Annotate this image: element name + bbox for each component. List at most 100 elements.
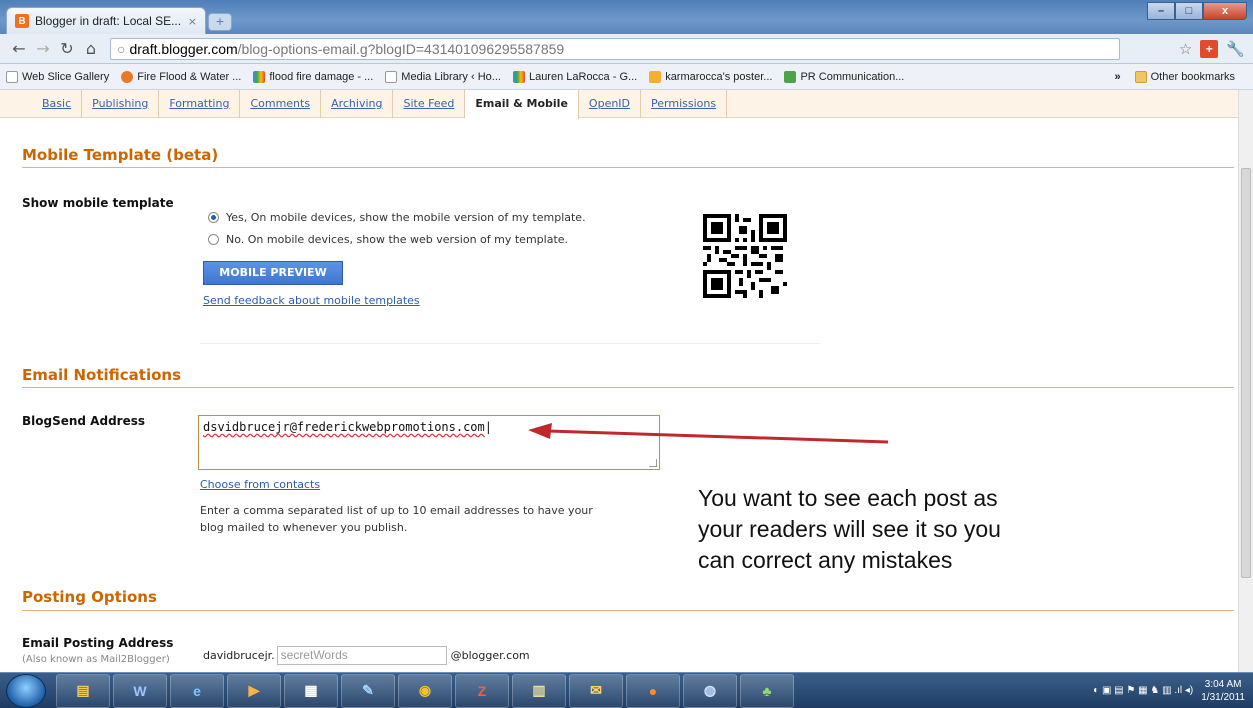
secret-words-input[interactable]: secretWords: [276, 646, 447, 665]
section-rule: [22, 610, 1234, 611]
show-mobile-label: Show mobile template: [22, 196, 174, 210]
blogsend-help-text: Enter a comma separated list of up to 10…: [200, 504, 593, 534]
bookmark-item[interactable]: Lauren LaRocca - G...: [512, 70, 637, 83]
extension-icon[interactable]: +: [1200, 39, 1219, 58]
url-path: /blog-options-email.g?blogID=43140109629…: [237, 40, 565, 57]
toolbar-right: ☆ + 🔧: [1179, 39, 1245, 58]
mobile-feedback-link[interactable]: Send feedback about mobile templates: [203, 294, 420, 307]
posterous-icon: [649, 70, 662, 83]
start-button[interactable]: [6, 673, 46, 708]
mobile-heading: Mobile Template (beta): [22, 146, 219, 164]
tab-comments[interactable]: Comments: [240, 90, 322, 118]
internet-explorer-icon[interactable]: e: [170, 673, 224, 708]
radio-no[interactable]: [208, 234, 219, 245]
browser-titlebar: B Blogger in draft: Local SE... × + – □ …: [0, 0, 1253, 34]
email-heading: Email Notifications: [22, 366, 182, 384]
tab-publishing[interactable]: Publishing: [82, 90, 160, 118]
google-icon: [512, 70, 525, 83]
page-content: Basic Publishing Formatting Comments Arc…: [0, 90, 1238, 672]
new-tab-button[interactable]: +: [208, 13, 232, 31]
scrollbar-thumb[interactable]: [1241, 168, 1251, 578]
page-icon: [6, 70, 18, 83]
mobile-no-option[interactable]: No. On mobile devices, show the web vers…: [208, 233, 568, 246]
window-panel-icon[interactable]: ▦: [284, 673, 338, 708]
notes-icon[interactable]: ✎: [341, 673, 395, 708]
google-icon: [253, 70, 266, 83]
mobile-preview-button[interactable]: MOBILE PREVIEW: [203, 261, 343, 285]
url-host: draft.blogger.com: [129, 40, 238, 57]
word-icon[interactable]: W: [113, 673, 167, 708]
tab-close-icon[interactable]: ×: [188, 15, 197, 28]
site-icon: [121, 70, 134, 83]
media-player-icon[interactable]: ▶: [227, 673, 281, 708]
annotation-text: You want to see each post as your reader…: [698, 485, 1001, 573]
bookmark-item[interactable]: karmarocca's poster...: [649, 70, 772, 83]
firefox-icon[interactable]: ●: [626, 673, 680, 708]
maximize-button[interactable]: □: [1175, 2, 1203, 20]
page-scrollbar[interactable]: [1238, 90, 1253, 672]
window-controls: – □ x: [1147, 2, 1247, 20]
settings-tabs: Basic Publishing Formatting Comments Arc…: [0, 90, 1238, 119]
other-bookmarks[interactable]: Other bookmarks: [1134, 70, 1235, 83]
bookmark-item[interactable]: Media Library ‹ Ho...: [385, 70, 501, 83]
close-window-button[interactable]: x: [1203, 2, 1247, 20]
clipboard-icon[interactable]: ▥: [512, 673, 566, 708]
bookmark-item[interactable]: Fire Flood & Water ...: [121, 70, 241, 83]
blogsend-label: BlogSend Address: [22, 414, 145, 428]
outlook-icon[interactable]: ✉: [569, 673, 623, 708]
resize-grip-icon[interactable]: [649, 459, 657, 467]
bookmark-star-icon[interactable]: ☆: [1179, 40, 1192, 58]
browser-toolbar: ← → ↻ ⌂ ○ draft.blogger.com /blog-option…: [0, 34, 1253, 64]
tab-basic[interactable]: Basic: [32, 90, 83, 118]
globe-icon: ○: [117, 40, 126, 57]
tab-openid[interactable]: OpenID: [579, 90, 642, 118]
email-posting-label: Email Posting Address: [22, 636, 174, 650]
windows-taskbar: ▤ W e ▶ ▦ ✎ ◉ Z ▥ ✉ ● ◍ ♣ ◐ ▣ ▤ ⚑ ▦ ♞ ▥ …: [0, 672, 1253, 708]
radio-yes[interactable]: [208, 212, 219, 223]
pr-icon: [784, 70, 797, 83]
folder-icon: [1134, 70, 1147, 83]
tab-email-mobile[interactable]: Email & Mobile: [465, 90, 579, 119]
minimize-button[interactable]: –: [1147, 2, 1175, 20]
mail2blogger-note: (Also known as Mail2Blogger): [22, 654, 170, 665]
explorer-icon[interactable]: ▤: [56, 673, 110, 708]
tab-site-feed[interactable]: Site Feed: [393, 90, 466, 118]
bookmarks-overflow: » Other bookmarks: [1115, 70, 1248, 83]
annotation-arrow: [528, 423, 889, 444]
filezilla-icon[interactable]: Z: [455, 673, 509, 708]
chrome-icon[interactable]: ◉: [398, 673, 452, 708]
bookmarks-bar: Web Slice Gallery Fire Flood & Water ...…: [0, 64, 1253, 90]
mobile-yes-option[interactable]: Yes, On mobile devices, show the mobile …: [208, 211, 586, 224]
reload-icon[interactable]: ↻: [56, 39, 78, 58]
back-icon[interactable]: ←: [8, 39, 30, 58]
divider: [200, 343, 820, 344]
address-bar[interactable]: ○ draft.blogger.com /blog-options-email.…: [110, 37, 1120, 60]
blogger-favicon-icon: B: [15, 14, 29, 28]
home-icon[interactable]: ⌂: [80, 39, 102, 58]
tab-permissions[interactable]: Permissions: [641, 90, 728, 118]
system-tray: ◐ ▣ ▤ ⚑ ▦ ♞ ▥ .ıl ◂) 3:04 AM 1/31/2011: [1093, 678, 1253, 704]
forward-icon[interactable]: →: [32, 39, 54, 58]
taskbar-apps: ▤ W e ▶ ▦ ✎ ◉ Z ▥ ✉ ● ◍ ♣: [56, 673, 794, 708]
tab-archiving[interactable]: Archiving: [321, 90, 394, 118]
text-cursor: |: [484, 420, 492, 434]
qr-code-icon: [703, 214, 787, 298]
section-rule: [22, 167, 1234, 168]
network-icon[interactable]: ◍: [683, 673, 737, 708]
tab-formatting[interactable]: Formatting: [159, 90, 241, 118]
bookmarks-more-button[interactable]: »: [1115, 71, 1121, 83]
tray-icons[interactable]: ◐ ▣ ▤ ⚑ ▦ ♞ ▥ .ıl ◂): [1093, 685, 1193, 696]
email-posting-address: davidbrucejr. secretWords @blogger.com: [203, 646, 530, 665]
browser-tab[interactable]: B Blogger in draft: Local SE... ×: [6, 7, 206, 34]
bookmark-item[interactable]: Web Slice Gallery: [6, 70, 109, 83]
bookmark-item[interactable]: flood fire damage - ...: [253, 70, 373, 83]
posting-heading: Posting Options: [22, 588, 157, 606]
bookmark-item[interactable]: PR Communication...: [784, 70, 904, 83]
section-rule: [22, 387, 1234, 388]
choose-contacts-link[interactable]: Choose from contacts: [200, 478, 320, 491]
messenger-icon[interactable]: ♣: [740, 673, 794, 708]
tab-title: Blogger in draft: Local SE...: [35, 14, 182, 28]
page-icon: [385, 70, 398, 83]
clock[interactable]: 3:04 AM 1/31/2011: [1201, 678, 1245, 704]
wrench-icon[interactable]: 🔧: [1226, 40, 1245, 58]
